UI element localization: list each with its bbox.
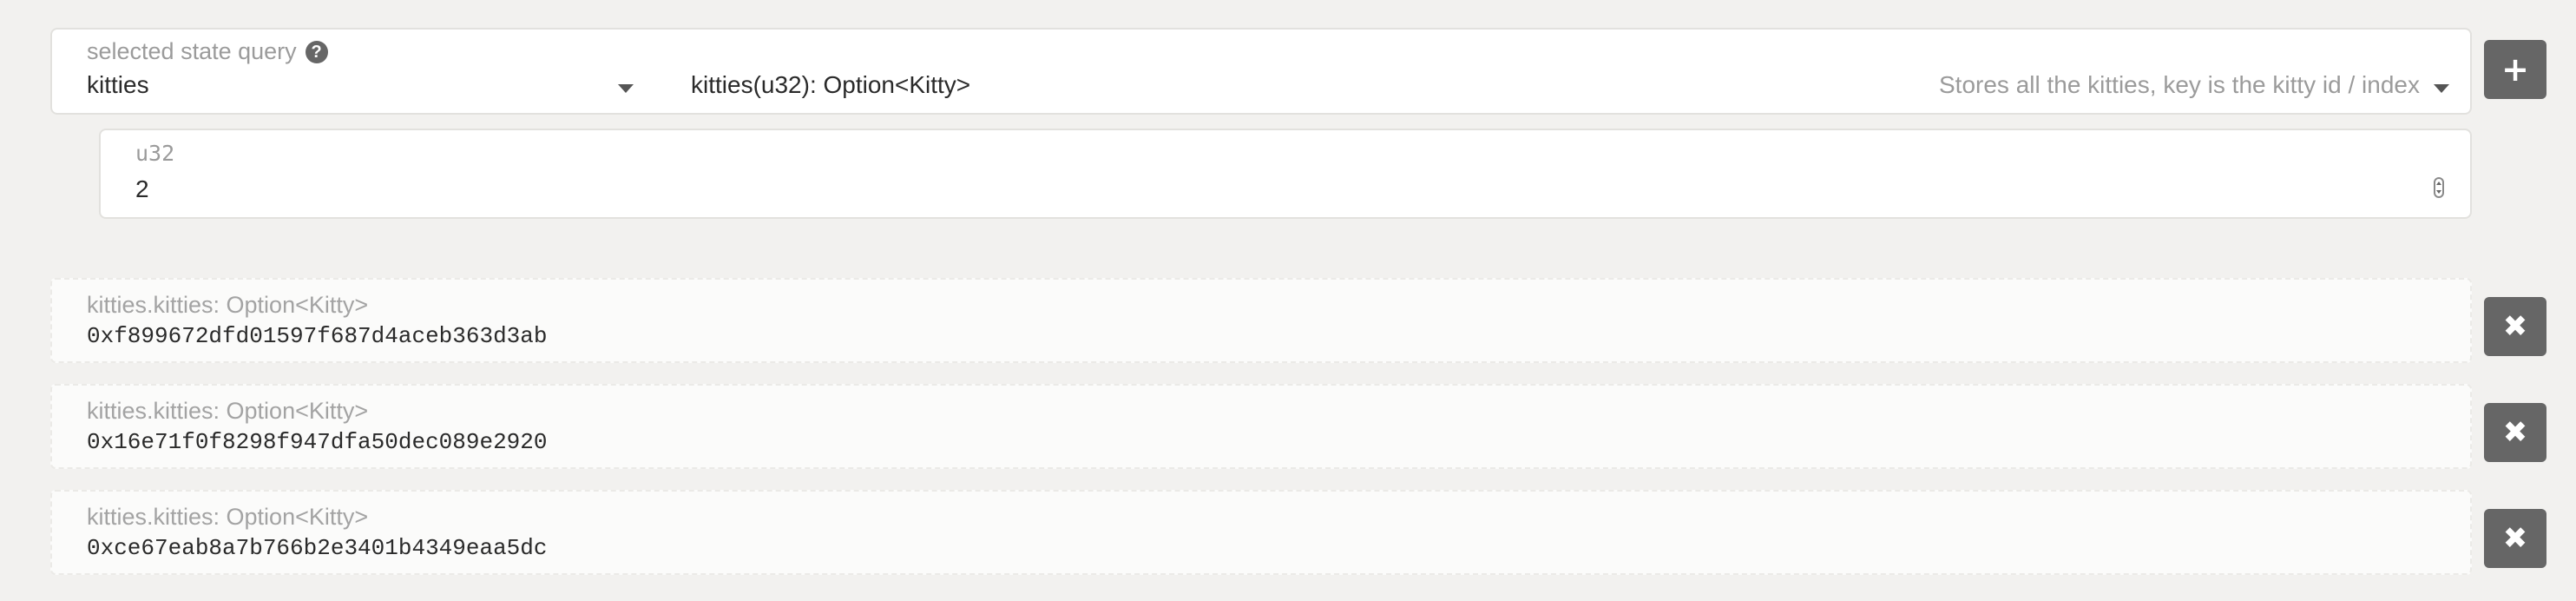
add-query-button[interactable]: + bbox=[2484, 40, 2546, 99]
number-stepper[interactable] bbox=[2434, 177, 2444, 198]
selected-state-query-text: selected state query bbox=[87, 38, 297, 64]
selected-state-query-label: selected state query ? bbox=[87, 38, 328, 65]
chain-state-page: selected state query ? kitties kitties(u… bbox=[0, 0, 2576, 601]
remove-result-button[interactable]: ✖ bbox=[2484, 297, 2546, 356]
result-value: 0xce67eab8a7b766b2e3401b4349eaa5dc bbox=[87, 535, 548, 561]
chevron-down-icon[interactable] bbox=[618, 84, 634, 93]
method-dropdown[interactable]: kitties(u32): Option<Kitty> bbox=[691, 71, 970, 99]
result-label: kitties.kitties: Option<Kitty> bbox=[87, 398, 369, 424]
result-label: kitties.kitties: Option<Kitty> bbox=[87, 504, 369, 530]
help-icon[interactable]: ? bbox=[305, 40, 328, 63]
param-type-label: u32 bbox=[135, 141, 175, 166]
method-documentation[interactable]: Stores all the kitties, key is the kitty… bbox=[1939, 71, 2420, 99]
query-result: kitties.kitties: Option<Kitty> 0xf899672… bbox=[50, 278, 2472, 363]
param-input-u32[interactable]: u32 2 bbox=[99, 129, 2472, 219]
module-dropdown[interactable]: kitties bbox=[87, 71, 149, 99]
result-value: 0xf899672dfd01597f687d4aceb363d3ab bbox=[87, 323, 548, 349]
state-query-selector: selected state query ? kitties kitties(u… bbox=[50, 28, 2472, 115]
remove-result-button[interactable]: ✖ bbox=[2484, 509, 2546, 568]
query-result: kitties.kitties: Option<Kitty> 0xce67eab… bbox=[50, 490, 2472, 575]
result-label: kitties.kitties: Option<Kitty> bbox=[87, 292, 369, 318]
chevron-down-icon[interactable] bbox=[2434, 84, 2449, 93]
stepper-down-icon[interactable] bbox=[2436, 190, 2441, 194]
param-value-input[interactable]: 2 bbox=[135, 175, 149, 203]
stepper-up-icon[interactable] bbox=[2436, 182, 2441, 185]
query-result: kitties.kitties: Option<Kitty> 0x16e71f0… bbox=[50, 384, 2472, 469]
remove-result-button[interactable]: ✖ bbox=[2484, 403, 2546, 462]
result-value: 0x16e71f0f8298f947dfa50dec089e2920 bbox=[87, 429, 548, 455]
